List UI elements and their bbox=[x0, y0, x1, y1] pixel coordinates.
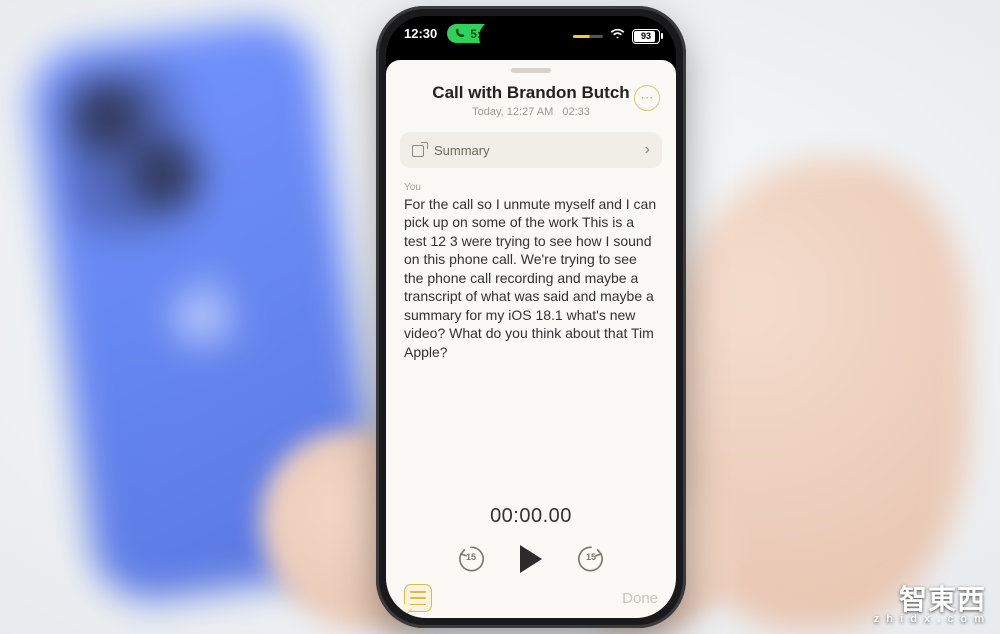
play-button[interactable] bbox=[520, 545, 542, 573]
transcript-speaker: You bbox=[404, 182, 658, 193]
bottom-toolbar: Done bbox=[386, 578, 676, 618]
playback-time: 00:00.00 bbox=[386, 505, 676, 528]
skip-forward-button[interactable]: 15 bbox=[576, 544, 606, 574]
wifi-icon bbox=[610, 26, 625, 46]
transcript-section: You For the call so I unmute myself and … bbox=[386, 168, 676, 365]
more-options-button[interactable]: ⋯ bbox=[634, 85, 660, 111]
note-duration: 02:33 bbox=[562, 106, 590, 118]
summary-icon bbox=[412, 143, 426, 157]
dynamic-island[interactable] bbox=[481, 22, 581, 52]
watermark-url: z h i d x . c o m bbox=[874, 614, 986, 626]
iphone-frame: 12:30 5:15 93 bbox=[376, 6, 686, 628]
ellipsis-icon: ⋯ bbox=[641, 90, 654, 106]
done-button[interactable]: Done bbox=[622, 590, 658, 607]
sheet-grabber[interactable] bbox=[511, 68, 551, 73]
recording-sheet: Call with Brandon Butch Today, 12:27 AM … bbox=[386, 60, 676, 618]
recording-indicator bbox=[573, 35, 603, 38]
chevron-right-icon: › bbox=[645, 141, 650, 159]
note-title: Call with Brandon Butch bbox=[406, 83, 656, 103]
phone-screen: 12:30 5:15 93 bbox=[386, 16, 676, 618]
note-date: Today, 12:27 AM bbox=[472, 106, 553, 118]
summary-label: Summary bbox=[434, 143, 490, 158]
status-time: 12:30 bbox=[404, 26, 437, 41]
audio-player: 00:00.00 15 15 bbox=[386, 505, 676, 574]
watermark: 智東西 z h i d x . c o m bbox=[874, 585, 986, 626]
note-subtitle: Today, 12:27 AM 02:33 bbox=[406, 106, 656, 118]
status-bar: 12:30 5:15 93 bbox=[386, 16, 676, 60]
phone-icon bbox=[455, 26, 465, 41]
skip-back-amount: 15 bbox=[456, 552, 486, 562]
watermark-text: 智東西 bbox=[874, 585, 986, 614]
transcript-toggle-button[interactable] bbox=[404, 584, 432, 612]
skip-forward-amount: 15 bbox=[576, 552, 606, 562]
transcript-body: For the call so I unmute myself and I ca… bbox=[404, 195, 658, 361]
battery-indicator: 93 bbox=[632, 29, 660, 44]
skip-back-button[interactable]: 15 bbox=[456, 544, 486, 574]
transcript-icon bbox=[410, 591, 426, 605]
summary-button[interactable]: Summary › bbox=[400, 132, 662, 168]
